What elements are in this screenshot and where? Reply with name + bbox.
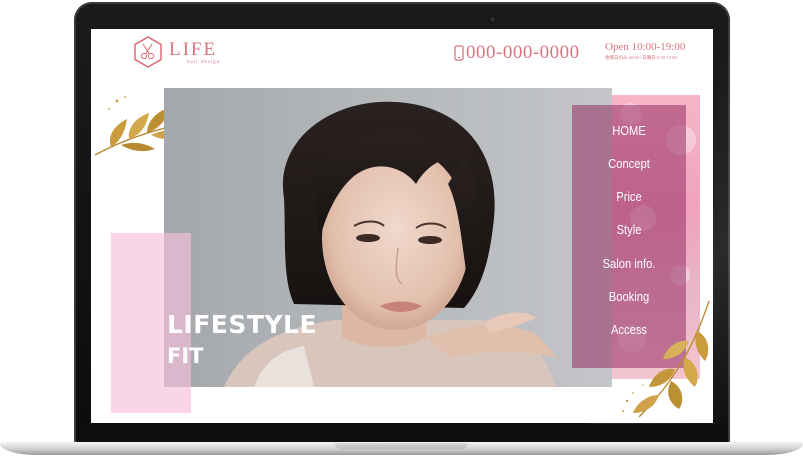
phone-number-link[interactable]: 000-000-0000 bbox=[454, 42, 580, 64]
nav-item-price[interactable]: Price bbox=[580, 189, 678, 204]
hero-title-line2: FIT bbox=[167, 344, 204, 368]
hero-title-line1: LIFESTYLE bbox=[167, 310, 318, 339]
nav-item-home[interactable]: HOME bbox=[580, 123, 678, 138]
opening-hours: Open 10:00-19:00 金曜日のみ 20:00 / 日曜日 9:30-… bbox=[605, 41, 685, 61]
nav-item-salon-info[interactable]: Salon info. bbox=[580, 256, 678, 271]
gold-leaf-decoration-bottom-right bbox=[622, 300, 710, 418]
laptop-bottom-bezel bbox=[80, 424, 724, 442]
site-logo[interactable]: LIFE hair design bbox=[131, 35, 220, 69]
logo-wordmark: LIFE bbox=[169, 38, 218, 60]
hero-title: LIFESTYLE FIT bbox=[167, 311, 317, 373]
phone-number: 000-000-0000 bbox=[466, 42, 580, 63]
logo-hexagon-scissors-icon bbox=[134, 36, 162, 68]
phone-icon bbox=[454, 45, 464, 61]
opening-hours-note: 金曜日のみ 20:00 / 日曜日 9:30-17:00 bbox=[605, 55, 677, 60]
webcam-icon bbox=[490, 17, 495, 22]
website-screen: LIFE hair design 000-000-0000 Open 10:00… bbox=[91, 29, 713, 423]
opening-hours-main: Open 10:00-19:00 bbox=[605, 41, 686, 53]
nav-item-concept[interactable]: Concept bbox=[580, 156, 678, 171]
logo-subtitle: hair design bbox=[187, 59, 221, 65]
laptop-opening-notch bbox=[335, 443, 468, 449]
nav-item-style[interactable]: Style bbox=[580, 222, 678, 237]
